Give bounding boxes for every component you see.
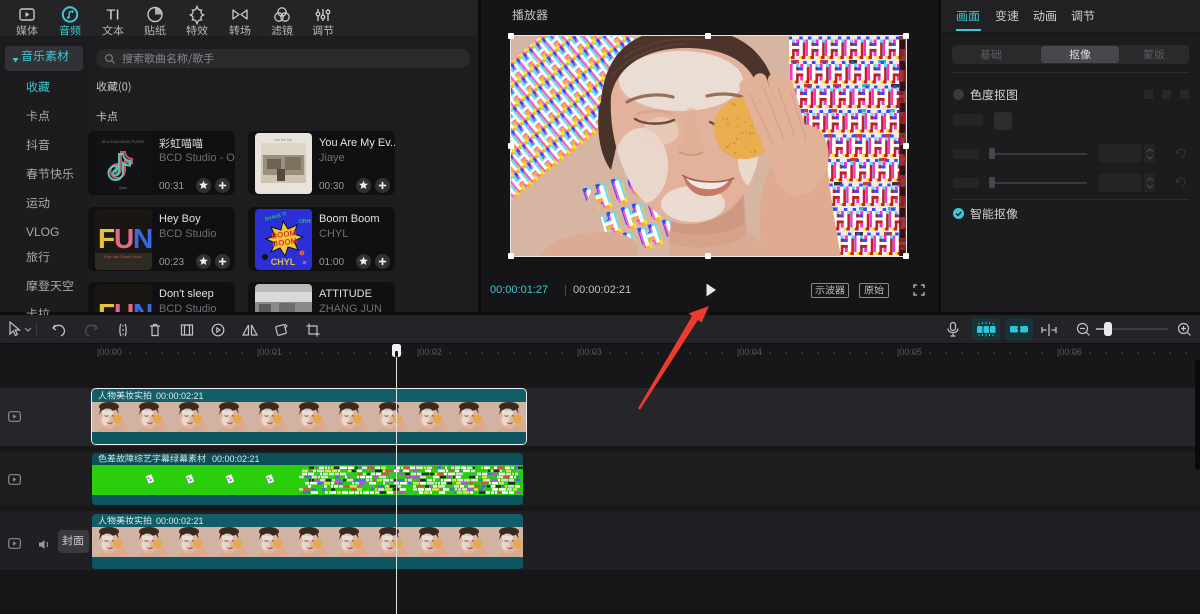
svg-text:N: N (133, 298, 152, 312)
svg-text:CHYL: CHYL (271, 257, 296, 267)
svg-text:OHH!: OHH! (299, 219, 312, 225)
svg-text:U: U (114, 223, 134, 254)
svg-text:U: U (114, 298, 134, 312)
svg-text:N: N (133, 223, 152, 254)
svg-text:TI: TI (106, 7, 119, 24)
svg-text:.....: ..... (281, 187, 285, 191)
svg-text:Dou: Dou (119, 185, 126, 190)
svg-text:You Are My: You Are My (274, 138, 292, 142)
svg-text:F: F (98, 298, 115, 312)
svg-text:Rule Jam Dance Studio: Rule Jam Dance Studio (104, 255, 142, 259)
svg-text:BE A GOOD MUSIC PLAYER: BE A GOOD MUSIC PLAYER (102, 140, 145, 144)
svg-text:F: F (98, 223, 115, 254)
